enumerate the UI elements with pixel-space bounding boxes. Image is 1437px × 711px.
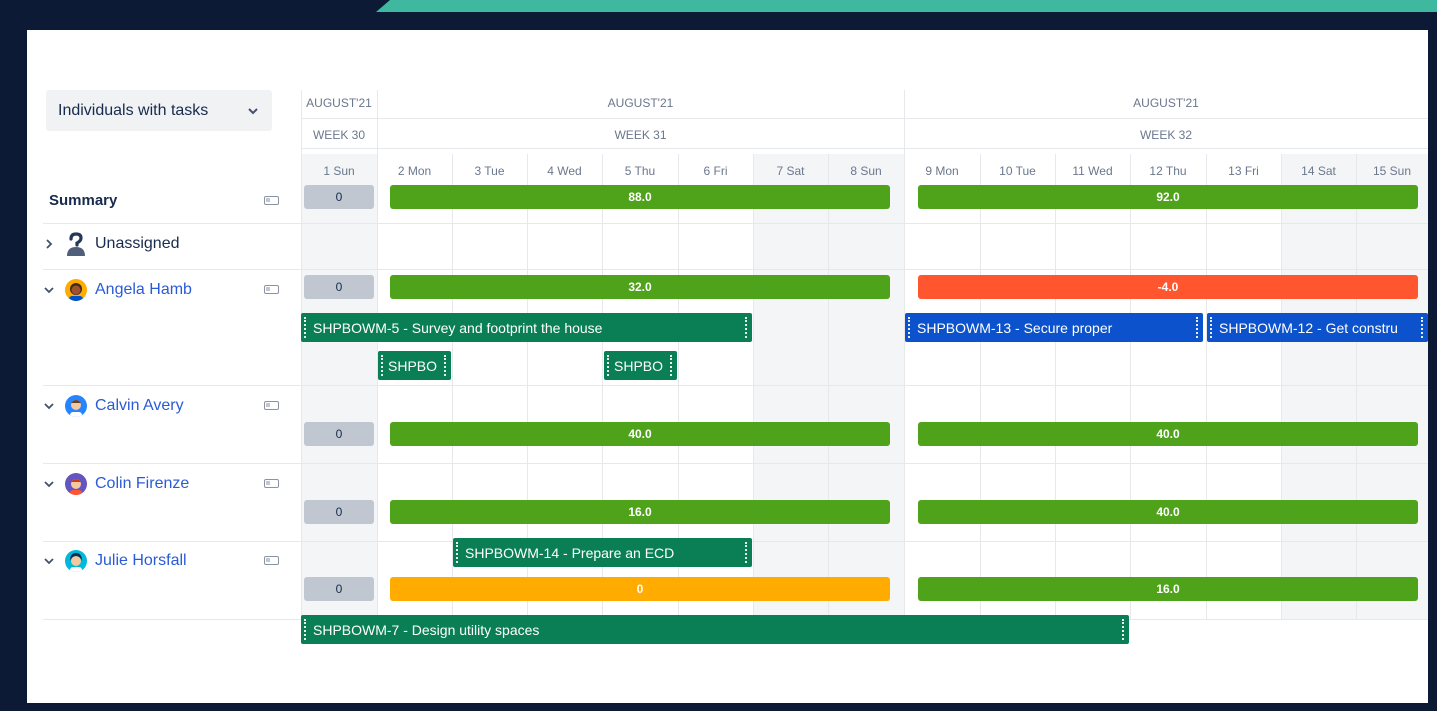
timeline-grid: AUGUST'21 AUGUST'21 AUGUST'21 WEEK 30 WE… [301,90,1428,644]
unassigned-user-icon [67,232,85,256]
row-divider [43,269,301,270]
calvin-week30-hours[interactable]: 0 [304,422,374,446]
julie-week31-hours[interactable]: 0 [390,577,890,601]
day-header: 1 Sun [323,164,355,178]
row-divider [43,385,301,386]
row-divider [43,541,301,542]
battery-icon[interactable] [264,285,279,294]
avatar-icon [65,550,87,572]
month-header: AUGUST'21 [1133,96,1199,110]
row-divider [301,385,1428,386]
summary-week30-hours[interactable]: 0 [304,185,374,209]
day-header: 14 Sat [1301,164,1336,178]
angela-week31-hours[interactable]: 32.0 [390,275,890,299]
month-header: AUGUST'21 [306,96,372,110]
day-header: 6 Fri [703,164,728,178]
day-header: 5 Thu [624,164,656,178]
row-divider [301,223,1428,224]
day-header: 2 Mon [397,164,432,178]
summary-label: Summary [49,191,118,209]
battery-icon[interactable] [264,196,279,205]
task-bar[interactable]: SHPBO [378,351,451,380]
colin-week31-hours[interactable]: 16.0 [390,500,890,524]
day-header: 3 Tue [474,164,505,178]
unassigned-row[interactable]: Unassigned [43,232,301,256]
day-header: 8 Sun [850,164,882,178]
calvin-name-link[interactable]: Calvin Avery [95,397,184,415]
day-header: 10 Tue [999,164,1036,178]
avatar-icon [65,473,87,495]
summary-row-label: Summary [43,188,301,212]
chevron-right-icon[interactable] [43,238,65,250]
task-bar[interactable]: SHPBO [604,351,677,380]
week-header: WEEK 32 [1139,128,1193,142]
julie-row[interactable]: Julie Horsfall [43,549,301,573]
task-bar[interactable]: SHPBOWM-12 - Get constru [1207,313,1428,342]
colin-row[interactable]: Colin Firenze [43,472,301,496]
week-header: WEEK 30 [312,128,366,142]
row-divider [43,619,301,620]
day-header: 11 Wed [1072,164,1113,178]
angela-week32-hours[interactable]: -4.0 [918,275,1418,299]
unassigned-label: Unassigned [95,235,180,252]
day-header: 7 Sat [776,164,805,178]
row-divider [43,463,301,464]
chevron-down-icon[interactable] [43,400,65,412]
colin-week30-hours[interactable]: 0 [304,500,374,524]
row-divider [301,463,1428,464]
row-divider [43,223,301,224]
group-filter-select[interactable]: Individuals with tasks [46,90,272,131]
task-bar[interactable]: SHPBOWM-7 - Design utility spaces [301,615,1129,644]
angela-row[interactable]: Angela Hamb [43,278,301,302]
chevron-down-icon [248,107,258,114]
colin-week32-hours[interactable]: 40.0 [918,500,1418,524]
avatar-icon [65,395,87,417]
julie-week32-hours[interactable]: 16.0 [918,577,1418,601]
day-header: 15 Sun [1372,164,1412,178]
calvin-week31-hours[interactable]: 40.0 [390,422,890,446]
summary-week31-hours[interactable]: 88.0 [390,185,890,209]
group-filter-label: Individuals with tasks [58,101,209,119]
chevron-down-icon[interactable] [43,555,65,567]
chevron-down-icon[interactable] [43,284,65,296]
colin-name-link[interactable]: Colin Firenze [95,475,189,493]
julie-week30-hours[interactable]: 0 [304,577,374,601]
day-header: 12 Thu [1149,164,1187,178]
month-header: AUGUST'21 [607,96,674,110]
angela-week30-hours[interactable]: 0 [304,275,374,299]
header-divider [301,148,1428,149]
angela-name-link[interactable]: Angela Hamb [95,281,192,299]
teal-accent-bar [376,0,1437,12]
calvin-week32-hours[interactable]: 40.0 [918,422,1418,446]
calvin-row[interactable]: Calvin Avery [43,394,301,418]
day-header: 4 Wed [547,164,582,178]
summary-week32-hours[interactable]: 92.0 [918,185,1418,209]
battery-icon[interactable] [264,401,279,410]
day-header: 13 Fri [1228,164,1259,178]
task-bar[interactable]: SHPBOWM-13 - Secure proper [905,313,1203,342]
battery-icon[interactable] [264,556,279,565]
team-planner-panel: Individuals with tasks Summary Unassigne… [27,30,1428,703]
task-bar[interactable]: SHPBOWM-5 - Survey and footprint the hou… [301,313,752,342]
julie-name-link[interactable]: Julie Horsfall [95,552,187,570]
row-divider [301,269,1428,270]
task-bar[interactable]: SHPBOWM-14 - Prepare an ECD [453,538,752,567]
week-header: WEEK 31 [614,128,667,142]
battery-icon[interactable] [264,479,279,488]
day-header: 9 Mon [925,164,959,178]
avatar-icon [65,279,87,301]
chevron-down-icon[interactable] [43,478,65,490]
header-divider [301,118,1428,119]
